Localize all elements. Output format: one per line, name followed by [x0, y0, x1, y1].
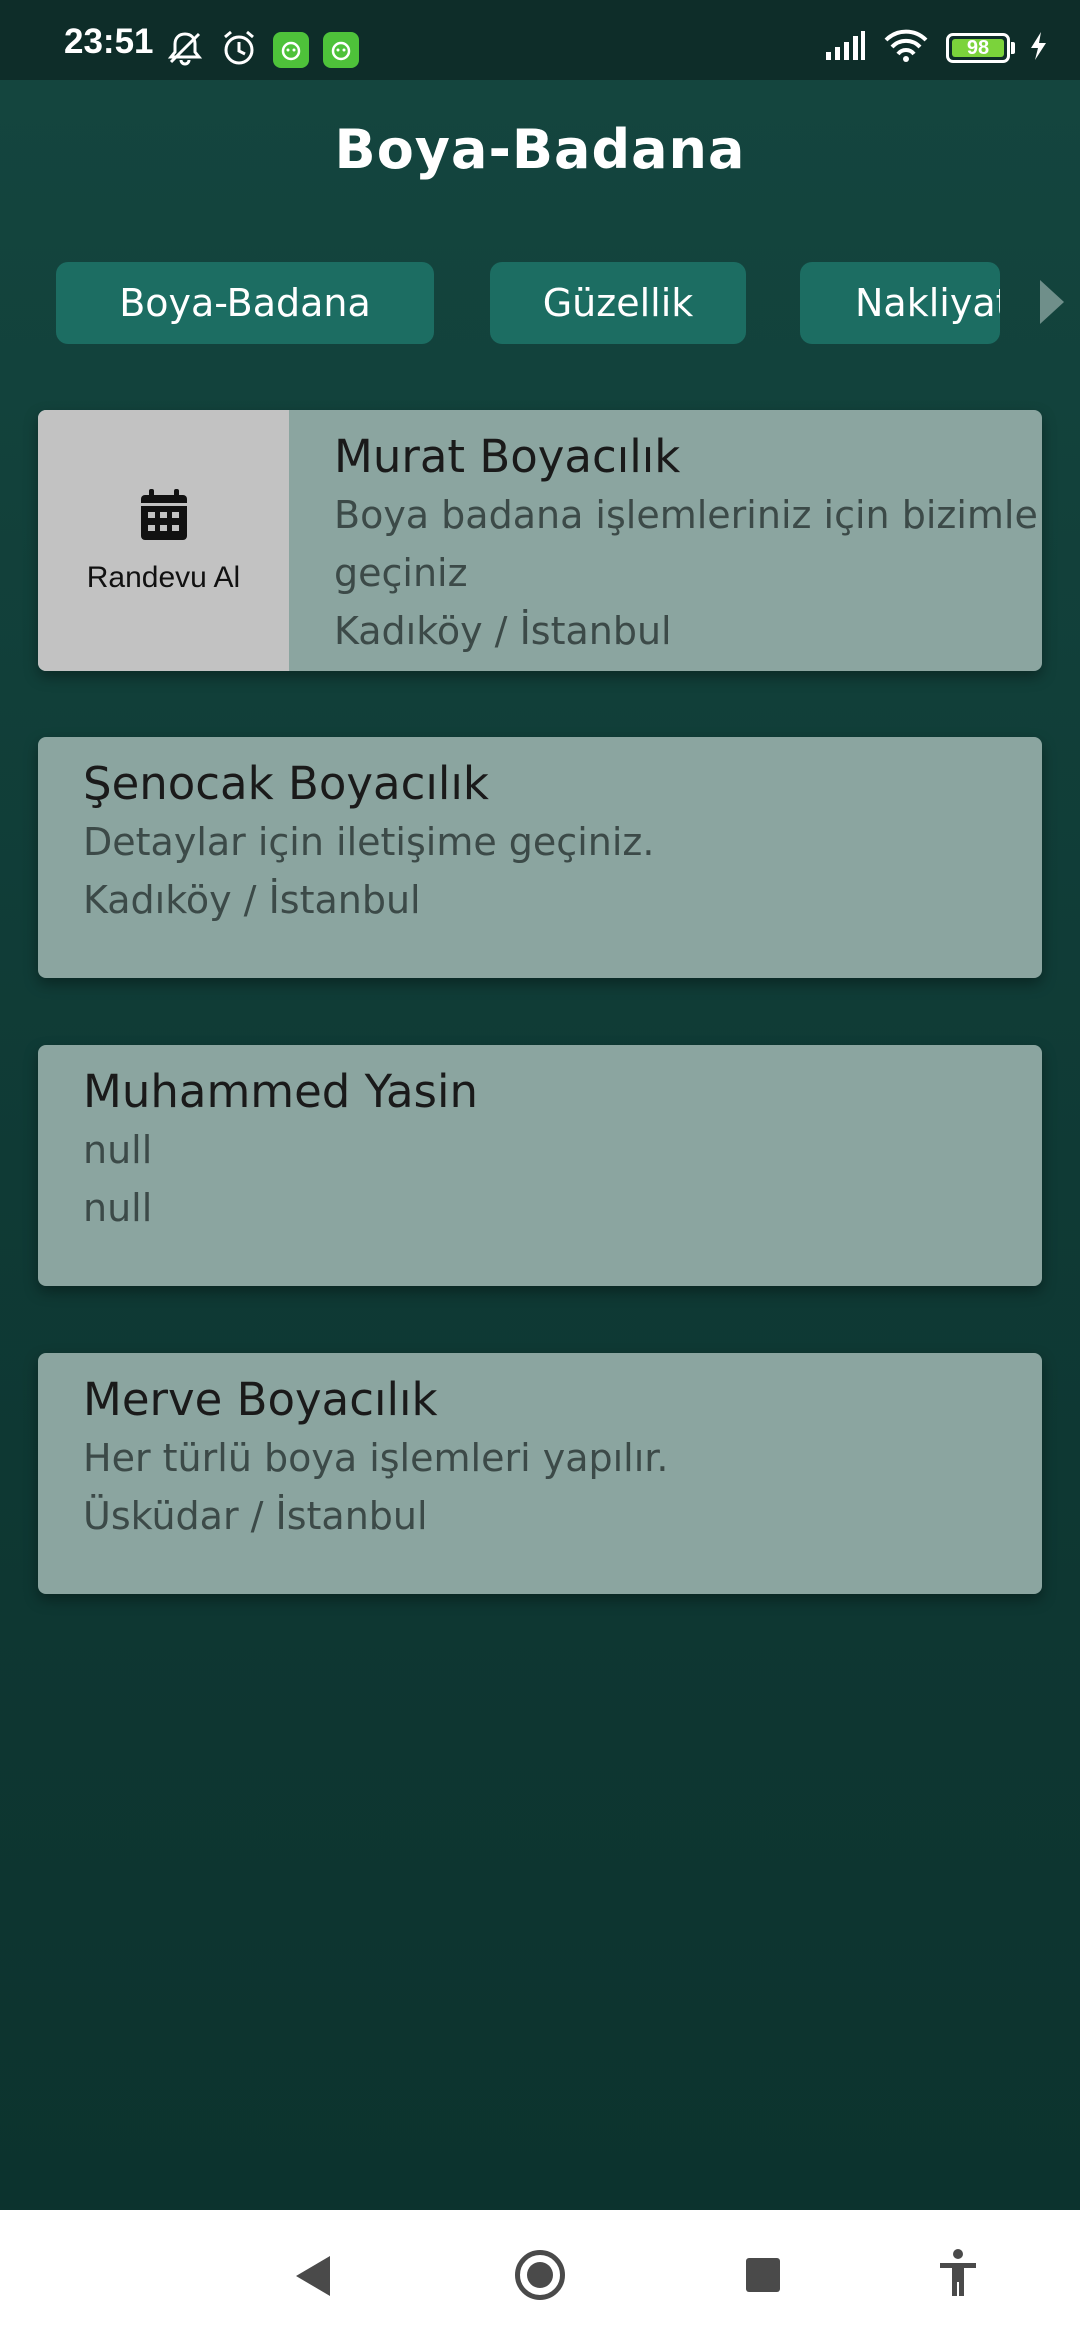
- status-icons-right: 98: [824, 26, 1050, 70]
- listing-description: null: [83, 1128, 153, 1172]
- appointment-label: Randevu Al: [86, 560, 241, 594]
- app-icon: [273, 32, 309, 68]
- tab-boya-badana[interactable]: Boya-Badana: [56, 262, 434, 344]
- listing-location: Üsküdar / İstanbul: [83, 1494, 428, 1538]
- recent-apps-icon[interactable]: [746, 2258, 780, 2292]
- listing-location: null: [83, 1186, 153, 1230]
- back-icon[interactable]: [296, 2256, 330, 2296]
- home-icon[interactable]: [515, 2250, 565, 2300]
- app-icon: [323, 32, 359, 68]
- battery-icon: 98: [946, 33, 1015, 63]
- page-title: Boya-Badana: [334, 118, 746, 181]
- listing-location: Kadıköy / İstanbul: [83, 878, 421, 922]
- signal-icon: [824, 30, 866, 66]
- listing-title: Muhammed Yasin: [83, 1065, 479, 1118]
- alarm-icon: [219, 28, 259, 72]
- listing-description: Her türlü boya işlemleri yapılır.: [83, 1436, 669, 1480]
- charging-icon: [1028, 30, 1050, 66]
- listing-description-line-1: Boya badana işlemleriniz için bizimle: [334, 493, 1038, 537]
- listing-title: Şenocak Boyacılık: [83, 757, 489, 810]
- wifi-icon: [884, 29, 928, 67]
- listing-card[interactable]: Muhammed Yasin null null: [38, 1045, 1042, 1286]
- calendar-icon: [138, 487, 190, 547]
- listing-card[interactable]: Randevu Al Murat Boyacılık Boya badana i…: [38, 410, 1042, 671]
- tab-guzellik[interactable]: Güzellik: [490, 262, 746, 344]
- listing-body: Merve Boyacılık Her türlü boya işlemleri…: [83, 1371, 1042, 1545]
- scroll-right-arrow-icon[interactable]: [1040, 280, 1064, 324]
- listing-card[interactable]: Merve Boyacılık Her türlü boya işlemleri…: [38, 1353, 1042, 1594]
- listing-body: Şenocak Boyacılık Detaylar için iletişim…: [83, 755, 1042, 929]
- listing-description: Detaylar için iletişime geçiniz.: [83, 820, 655, 864]
- listing-card[interactable]: Şenocak Boyacılık Detaylar için iletişim…: [38, 737, 1042, 978]
- listing-title: Murat Boyacılık: [334, 430, 681, 483]
- listing-body: Muhammed Yasin null null: [83, 1063, 1042, 1237]
- appointment-button[interactable]: Randevu Al: [38, 410, 289, 671]
- status-time: 23:51: [64, 22, 154, 61]
- battery-percent: 98: [966, 36, 990, 59]
- category-tabs: Boya-Badana Güzellik Nakliyat: [0, 262, 1000, 344]
- mute-icon: [165, 28, 205, 72]
- status-bar: 23:51 98: [0, 0, 1080, 80]
- status-icons-left: [165, 28, 359, 72]
- accessibility-icon[interactable]: [938, 2248, 978, 2298]
- listing-body: Murat Boyacılık Boya badana işlemleriniz…: [334, 428, 1042, 660]
- tab-nakliyat[interactable]: Nakliyat: [800, 262, 1000, 344]
- listing-description-line-2: geçiniz: [334, 551, 468, 595]
- listing-title: Merve Boyacılık: [83, 1373, 438, 1426]
- listing-location: Kadıköy / İstanbul: [334, 609, 672, 653]
- system-nav-bar: [0, 2210, 1080, 2340]
